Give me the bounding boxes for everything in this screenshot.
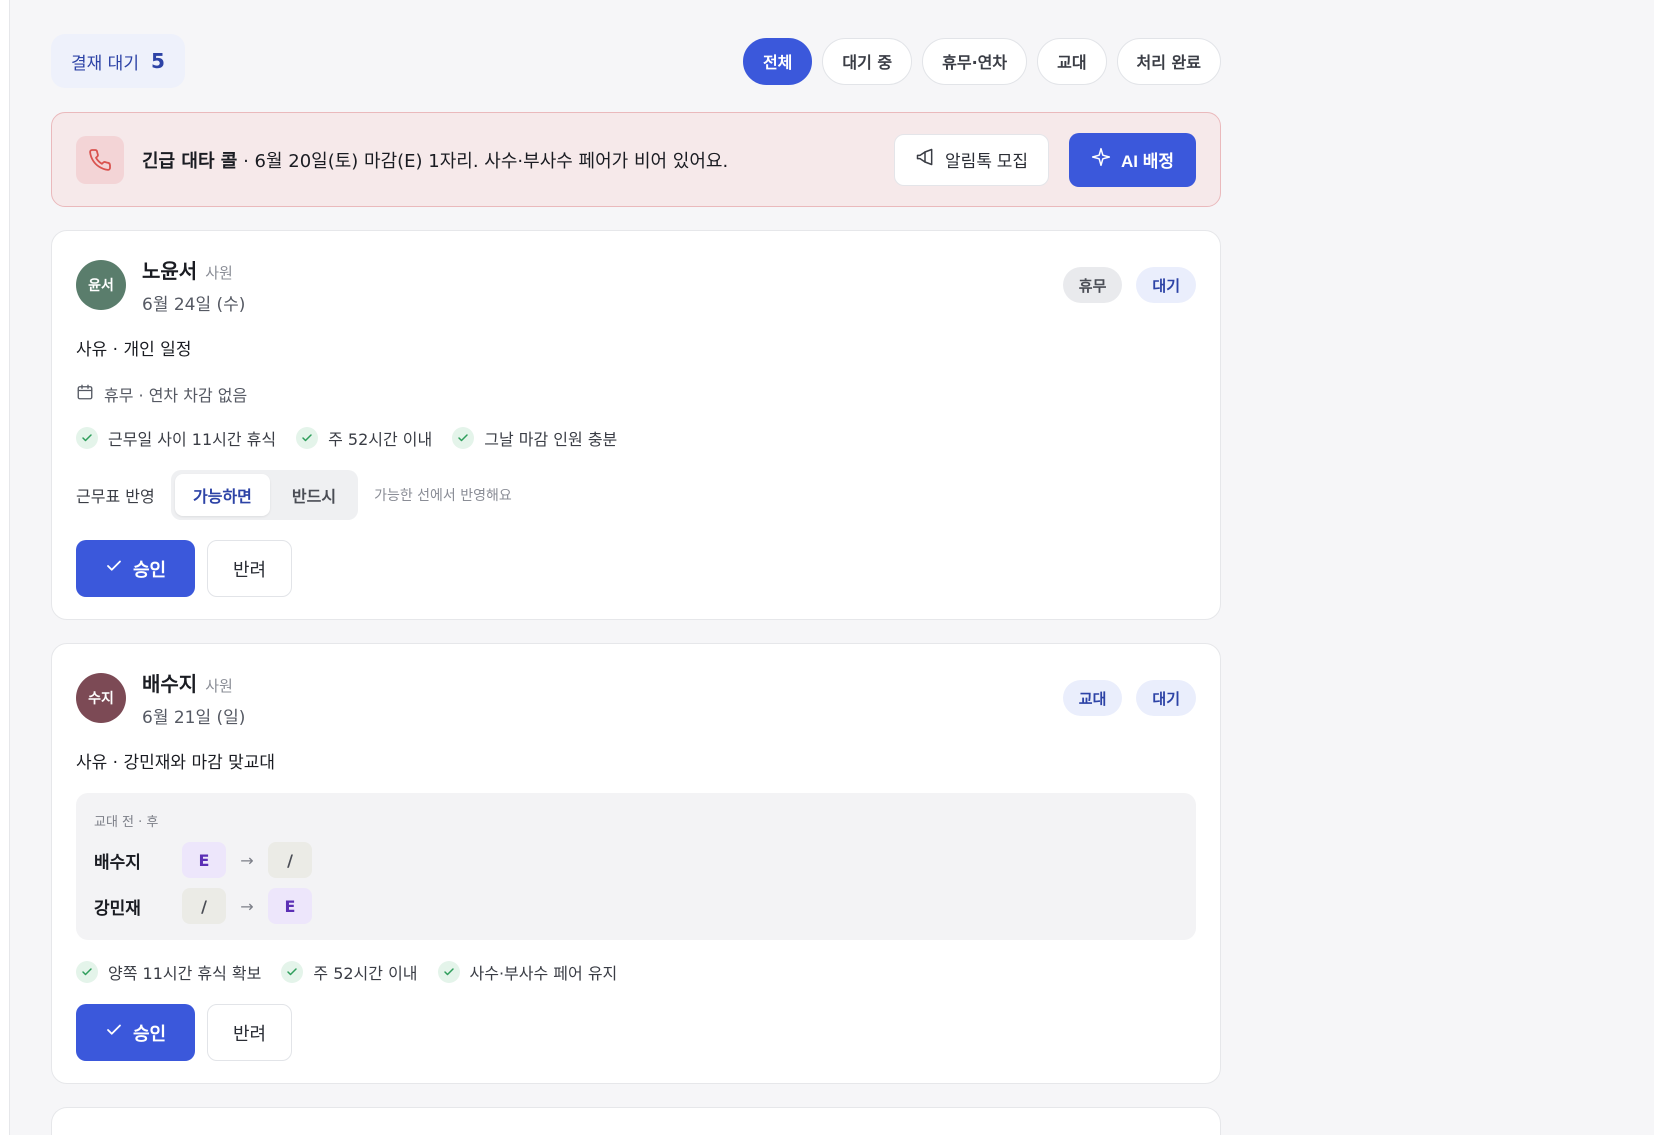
- request-date: 6월 21일 (일): [142, 708, 246, 728]
- check-icon: [105, 557, 123, 580]
- schedule-apply-row: 근무표 반영 가능하면 반드시 가능한 선에서 반영해요: [76, 470, 1196, 520]
- compliance-checks: 근무일 사이 11시간 휴식 주 52시간 이내 그날 마감 인원 충분: [76, 426, 1196, 450]
- request-date: 6월 24일 (수): [142, 295, 246, 315]
- ai-assign-label: AI 배정: [1120, 152, 1174, 171]
- request-reason: 사유 · 개인 일정: [76, 340, 192, 360]
- filter-all[interactable]: 전체: [742, 37, 813, 85]
- check-icon: [281, 961, 304, 983]
- shift-after: /: [268, 842, 312, 878]
- apply-label: 근무표 반영: [76, 487, 155, 506]
- check-label: 양쪽 11시간 휴식 확보: [108, 964, 262, 983]
- check-icon: [437, 961, 460, 983]
- filter-leave[interactable]: 휴무·연차: [922, 37, 1028, 85]
- shift-after: E: [268, 888, 312, 924]
- leave-info-text: 휴무 · 연차 차감 없음: [104, 386, 248, 405]
- request-card: 윤서 노윤서 사원 6월 24일 (수) 휴무 대기 사유 · 개인 일정 휴무…: [51, 230, 1221, 620]
- apply-if-possible-option[interactable]: 가능하면: [175, 474, 270, 516]
- sparkle-icon: [1091, 147, 1111, 172]
- compliance-checks: 양쪽 11시간 휴식 확보 주 52시간 이내 사수·부사수 페어 유지: [76, 960, 1196, 984]
- filter-done[interactable]: 처리 완료: [1116, 37, 1221, 85]
- status-badge: 대기: [1136, 267, 1196, 303]
- pending-label: 결재 대기: [71, 53, 139, 74]
- shift-before: /: [182, 888, 226, 924]
- requester-header: 윤서 노윤서 사원 6월 24일 (수): [76, 255, 1196, 315]
- requester-identity: 노윤서 사원 6월 24일 (수): [142, 255, 245, 315]
- type-badge: 교대: [1062, 680, 1123, 716]
- request-reason: 사유 · 강민재와 마감 맞교대: [76, 753, 276, 773]
- phone-icon: [76, 135, 124, 184]
- check-item: 근무일 사이 11시간 휴식: [76, 426, 276, 450]
- requester-name: 배수지: [142, 672, 198, 696]
- ai-assign-button[interactable]: AI 배정: [1068, 132, 1196, 187]
- alert-message: 긴급 대타 콜 · 6월 20일(토) 마감(E) 1자리. 사수·부사수 페어…: [142, 147, 894, 173]
- panel-header: 결재 대기 5 전체 대기 중 휴무·연차 교대 처리 완료: [51, 34, 1221, 88]
- reject-button[interactable]: 반려: [207, 1004, 292, 1061]
- apply-mandatory-option[interactable]: 반드시: [274, 474, 354, 516]
- approve-button[interactable]: 승인: [76, 540, 195, 597]
- check-item: 사수·부사수 페어 유지: [437, 960, 618, 984]
- arrow-right-icon: →: [240, 850, 254, 870]
- shift-before: E: [182, 842, 226, 878]
- filter-swap[interactable]: 교대: [1037, 37, 1107, 85]
- recruit-button-label: 알림톡 모집: [945, 152, 1028, 171]
- swap-title: 교대 전 · 후: [94, 815, 159, 830]
- avatar: 수지: [76, 673, 126, 723]
- swap-before-after: 교대 전 · 후 배수지 E → / 강민재 / → E: [76, 793, 1196, 940]
- status-badge: 대기: [1136, 680, 1196, 716]
- approve-label: 승인: [132, 559, 167, 580]
- calendar-icon: [76, 383, 94, 405]
- requester-identity: 배수지 사원 6월 21일 (일): [142, 668, 245, 728]
- leave-info: 휴무 · 연차 차감 없음: [76, 382, 1196, 406]
- recruit-via-alimtalk-button[interactable]: 알림톡 모집: [894, 133, 1049, 186]
- filter-pending[interactable]: 대기 중: [822, 37, 913, 85]
- check-item: 양쪽 11시간 휴식 확보: [76, 960, 261, 984]
- swap-person: 강민재: [94, 898, 141, 919]
- requester-header: 수지 배수지 사원 6월 21일 (일): [76, 668, 1196, 728]
- card-actions: 승인 반려: [76, 540, 1196, 597]
- check-icon: [452, 427, 475, 449]
- requester-role: 사원: [205, 264, 233, 282]
- pending-count-chip: 결재 대기 5: [51, 34, 185, 88]
- check-icon: [76, 961, 98, 983]
- check-item: 주 52시간 이내: [281, 960, 418, 984]
- check-label: 주 52시간 이내: [328, 430, 433, 449]
- check-icon: [105, 1021, 123, 1044]
- check-item: 그날 마감 인원 충분: [452, 426, 617, 450]
- avatar: 윤서: [76, 260, 126, 310]
- alert-title: 긴급 대타 콜: [142, 150, 238, 172]
- apply-hint: 가능한 선에서 반영해요: [374, 488, 512, 504]
- alert-detail: · 6월 20일(토) 마감(E) 1자리. 사수·부사수 페어가 비어 있어요…: [237, 150, 729, 172]
- check-label: 사수·부사수 페어 유지: [469, 964, 618, 983]
- approve-label: 승인: [132, 1023, 167, 1044]
- swap-row: 배수지 E → /: [94, 842, 1178, 878]
- left-rail: [0, 0, 10, 1135]
- request-card-partial: [51, 1107, 1221, 1135]
- approve-button[interactable]: 승인: [76, 1004, 195, 1061]
- check-label: 주 52시간 이내: [313, 964, 418, 983]
- megaphone-icon: [915, 147, 935, 172]
- check-item: 주 52시간 이내: [296, 426, 432, 450]
- approval-panel: 결재 대기 5 전체 대기 중 휴무·연차 교대 처리 완료 긴급 대타 콜 ·…: [51, 34, 1221, 1135]
- request-card: 수지 배수지 사원 6월 21일 (일) 교대 대기 사유 · 강민재와 마감 …: [51, 643, 1221, 1084]
- filter-tabs: 전체 대기 중 휴무·연차 교대 처리 완료: [742, 37, 1221, 85]
- requester-role: 사원: [205, 677, 233, 695]
- apply-mode-toggle: 가능하면 반드시: [171, 470, 359, 520]
- arrow-right-icon: →: [240, 896, 254, 916]
- check-label: 근무일 사이 11시간 휴식: [108, 430, 277, 449]
- type-badge: 휴무: [1062, 267, 1123, 303]
- check-icon: [296, 427, 319, 449]
- swap-person: 배수지: [94, 852, 141, 873]
- card-actions: 승인 반려: [76, 1004, 1196, 1061]
- swap-row: 강민재 / → E: [94, 888, 1178, 924]
- status-badges: 휴무 대기: [1062, 267, 1196, 303]
- check-icon: [76, 427, 98, 449]
- check-label: 그날 마감 인원 충분: [484, 430, 618, 449]
- urgent-substitute-alert: 긴급 대타 콜 · 6월 20일(토) 마감(E) 1자리. 사수·부사수 페어…: [51, 112, 1221, 207]
- status-badges: 교대 대기: [1062, 680, 1196, 716]
- reject-button[interactable]: 반려: [207, 540, 292, 597]
- pending-count: 5: [150, 49, 165, 73]
- requester-name: 노윤서: [142, 259, 198, 283]
